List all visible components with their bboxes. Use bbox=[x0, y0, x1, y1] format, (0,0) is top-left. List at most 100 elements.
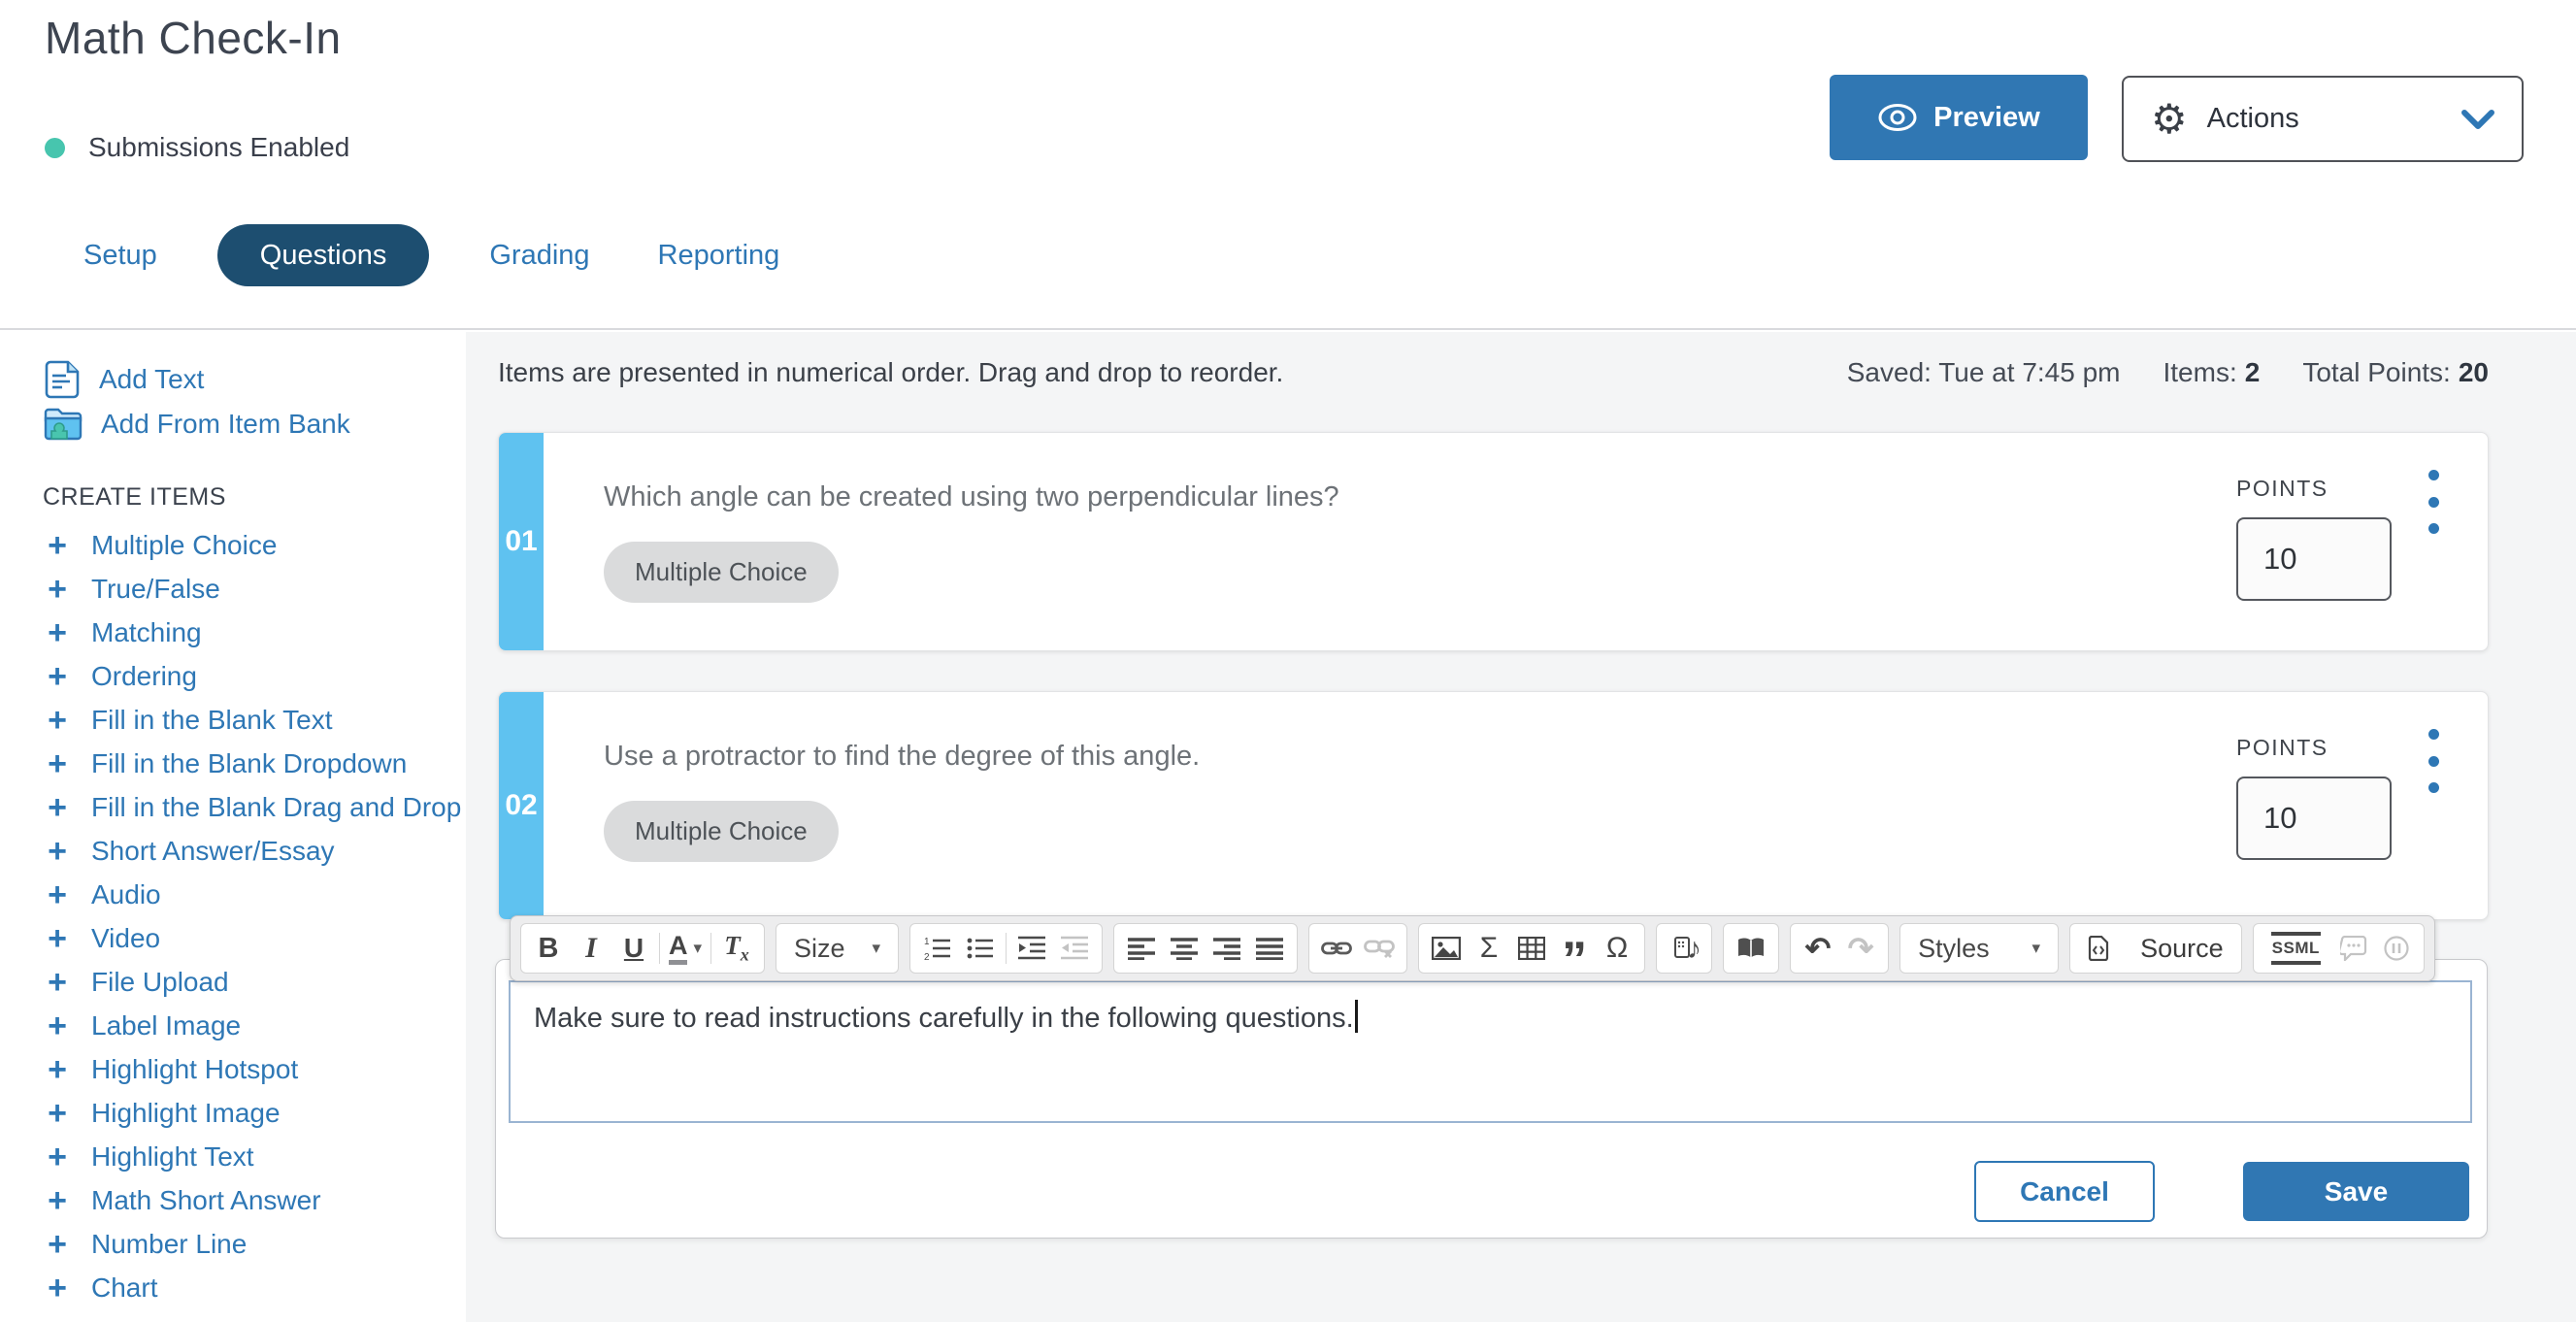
questions-panel: Items are presented in numerical order. … bbox=[466, 332, 2576, 1322]
source-group: Source bbox=[2069, 923, 2242, 974]
points-block: POINTS bbox=[2236, 735, 2392, 860]
plus-icon: + bbox=[43, 922, 72, 955]
sidebar-item-file-upload[interactable]: +File Upload bbox=[43, 960, 466, 1004]
sidebar-item-fitb-drag-drop[interactable]: +Fill in the Blank Drag and Drop bbox=[43, 785, 466, 829]
sidebar-item-audio[interactable]: +Audio bbox=[43, 873, 466, 916]
undo-button[interactable]: ↶ bbox=[1797, 926, 1839, 971]
editor-textarea[interactable]: Make sure to read instructions carefully… bbox=[509, 980, 2472, 1123]
points-input[interactable] bbox=[2236, 517, 2392, 601]
sidebar-item-math-short-answer[interactable]: +Math Short Answer bbox=[43, 1178, 466, 1222]
sidebar-item-highlight-text[interactable]: +Highlight Text bbox=[43, 1135, 466, 1178]
eye-icon bbox=[1877, 103, 1918, 132]
sidebar-item-video[interactable]: +Video bbox=[43, 916, 466, 960]
italic-button[interactable]: I bbox=[570, 926, 612, 971]
sidebar-item-true-false[interactable]: +True/False bbox=[43, 567, 466, 611]
reorder-note: Items are presented in numerical order. … bbox=[498, 357, 1283, 388]
tab-setup[interactable]: Setup bbox=[76, 240, 165, 272]
comment-button[interactable] bbox=[2332, 926, 2375, 971]
music-icon: ♪ bbox=[1674, 937, 1694, 960]
status-dot-icon bbox=[45, 138, 65, 158]
editor-toolbar: B I U A▾ Tx Size▾ 12 bbox=[510, 915, 2435, 981]
plus-icon: + bbox=[43, 878, 72, 911]
sidebar-item-short-answer[interactable]: +Short Answer/Essay bbox=[43, 829, 466, 873]
sidebar-item-number-line[interactable]: +Number Line bbox=[43, 1222, 466, 1266]
font-size-dropdown[interactable]: Size▾ bbox=[782, 926, 892, 971]
indent-increase-button[interactable] bbox=[1010, 926, 1053, 971]
align-right-button[interactable] bbox=[1205, 926, 1248, 971]
preview-label: Preview bbox=[1933, 102, 2040, 134]
sidebar-item-matching[interactable]: +Matching bbox=[43, 611, 466, 654]
insert-math-button[interactable]: Σ bbox=[1468, 926, 1510, 971]
text-color-button[interactable]: A▾ bbox=[664, 926, 707, 971]
sidebar-item-ordering[interactable]: +Ordering bbox=[43, 654, 466, 698]
question-card-2[interactable]: 02 Use a protractor to find the degree o… bbox=[498, 691, 2489, 920]
question-text: Use a protractor to find the degree of t… bbox=[604, 741, 1200, 773]
question-card-1[interactable]: 01 Which angle can be created using two … bbox=[498, 432, 2489, 651]
tab-grading[interactable]: Grading bbox=[481, 240, 597, 272]
align-left-button[interactable] bbox=[1120, 926, 1163, 971]
font-size-group: Size▾ bbox=[776, 923, 899, 974]
remove-link-button[interactable] bbox=[1358, 926, 1401, 971]
sidebar-item-fitb-text[interactable]: +Fill in the Blank Text bbox=[43, 698, 466, 742]
bold-icon: B bbox=[539, 933, 559, 965]
bold-button[interactable]: B bbox=[527, 926, 570, 971]
tab-reporting[interactable]: Reporting bbox=[650, 240, 788, 272]
caret-down-icon: ▾ bbox=[873, 939, 881, 958]
points-input[interactable] bbox=[2236, 777, 2392, 860]
insert-link-button[interactable] bbox=[1315, 926, 1358, 971]
align-group bbox=[1113, 923, 1298, 974]
item-label: Matching bbox=[91, 617, 202, 648]
plus-icon: + bbox=[43, 747, 72, 780]
align-justify-icon bbox=[1256, 937, 1283, 960]
styles-dropdown[interactable]: Styles▾ bbox=[1906, 926, 2052, 971]
ordered-list-button[interactable]: 12 bbox=[916, 926, 959, 971]
preview-button[interactable]: Preview bbox=[1830, 75, 2088, 160]
sidebar-item-label-image[interactable]: +Label Image bbox=[43, 1004, 466, 1047]
save-button[interactable]: Save bbox=[2243, 1162, 2469, 1221]
history-group: ↶ ↷ bbox=[1790, 923, 1889, 974]
text-style-group: B I U A▾ Tx bbox=[520, 923, 765, 974]
question-menu-button[interactable] bbox=[2414, 468, 2453, 536]
sidebar-item-highlight-hotspot[interactable]: +Highlight Hotspot bbox=[43, 1047, 466, 1091]
speech-bubble-icon bbox=[2340, 936, 2367, 961]
item-label: Math Short Answer bbox=[91, 1185, 321, 1216]
total-points: Total Points:20 bbox=[2302, 357, 2489, 388]
redo-button[interactable]: ↷ bbox=[1839, 926, 1882, 971]
indent-decrease-icon bbox=[1061, 936, 1088, 961]
cancel-button[interactable]: Cancel bbox=[1974, 1161, 2155, 1222]
text-editor-panel: Make sure to read instructions carefully… bbox=[495, 959, 2488, 1239]
underline-button[interactable]: U bbox=[612, 926, 655, 971]
indent-decrease-button[interactable] bbox=[1053, 926, 1096, 971]
actions-button[interactable]: ⚙ Actions bbox=[2122, 76, 2524, 162]
sidebar-item-multiple-choice[interactable]: +Multiple Choice bbox=[43, 523, 466, 567]
question-menu-button[interactable] bbox=[2414, 727, 2453, 795]
sidebar-item-fitb-dropdown[interactable]: +Fill in the Blank Dropdown bbox=[43, 742, 466, 785]
divider bbox=[1006, 933, 1007, 964]
tab-questions[interactable]: Questions bbox=[217, 224, 430, 286]
sidebar-item-highlight-image[interactable]: +Highlight Image bbox=[43, 1091, 466, 1135]
bullet-list-button[interactable] bbox=[959, 926, 1002, 971]
special-character-button[interactable]: Ω bbox=[1596, 926, 1638, 971]
remove-format-button[interactable]: Tx bbox=[715, 926, 758, 971]
insert-group: Σ ” Ω bbox=[1418, 923, 1645, 974]
insert-audio-button[interactable]: ♪ bbox=[1663, 926, 1705, 971]
saved-timestamp: Saved: Tue at 7:45 pm bbox=[1847, 357, 2121, 388]
document-icon bbox=[43, 358, 82, 401]
dictionary-button[interactable] bbox=[1730, 926, 1772, 971]
sidebar-item-chart[interactable]: +Chart bbox=[43, 1266, 466, 1309]
source-button[interactable]: Source bbox=[2076, 926, 2235, 971]
insert-table-button[interactable] bbox=[1510, 926, 1553, 971]
folder-puzzle-icon bbox=[43, 405, 83, 444]
ssml-button[interactable]: SSML bbox=[2260, 926, 2332, 971]
pause-button[interactable] bbox=[2375, 926, 2418, 971]
align-center-button[interactable] bbox=[1163, 926, 1205, 971]
item-label: Label Image bbox=[91, 1010, 241, 1041]
list-indent-group: 12 bbox=[909, 923, 1103, 974]
align-justify-button[interactable] bbox=[1248, 926, 1291, 971]
add-text-link[interactable]: Add Text bbox=[43, 357, 466, 402]
blockquote-button[interactable]: ” bbox=[1553, 926, 1596, 971]
add-from-item-bank-link[interactable]: Add From Item Bank bbox=[43, 402, 466, 446]
plus-icon: + bbox=[43, 1097, 72, 1130]
insert-image-button[interactable] bbox=[1425, 926, 1468, 971]
table-icon bbox=[1518, 937, 1545, 960]
